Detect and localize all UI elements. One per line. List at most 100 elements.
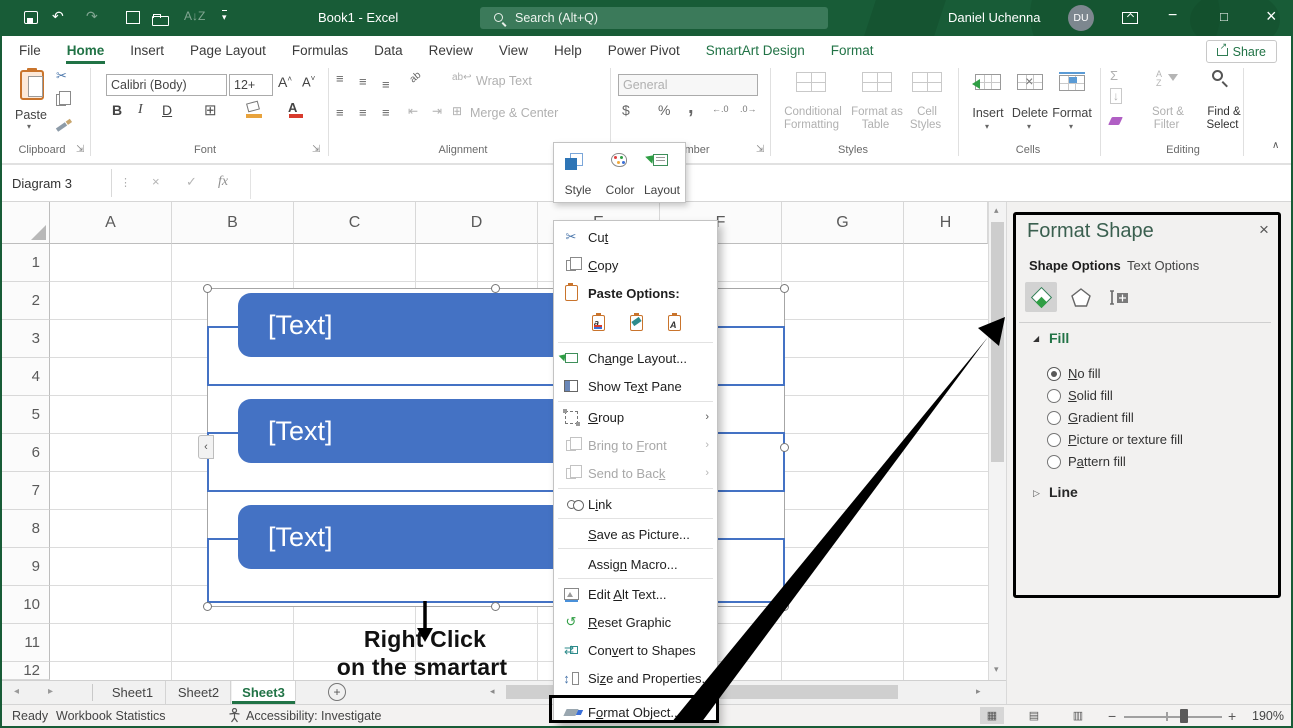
- scroll-down-icon[interactable]: ▾: [994, 664, 999, 675]
- sheet-tab-sheet3[interactable]: Sheet3: [232, 681, 296, 704]
- zoom-out-button[interactable]: −: [1108, 708, 1116, 724]
- text-pane-toggle-button[interactable]: ‹: [198, 435, 214, 459]
- formula-bar-grip-icon[interactable]: ⋮: [120, 176, 131, 189]
- increase-font-size-button[interactable]: A˄: [278, 74, 292, 90]
- align-middle-button[interactable]: ≡: [359, 75, 367, 88]
- radio-no-fill[interactable]: No fill: [1047, 366, 1101, 381]
- smartart-color-button[interactable]: Color: [600, 147, 640, 200]
- hscroll-left-icon[interactable]: ◂: [490, 686, 495, 697]
- underline-button[interactable]: D: [162, 102, 172, 118]
- delete-dropdown-icon[interactable]: ▾: [1027, 122, 1031, 131]
- new-file-icon[interactable]: [126, 11, 140, 27]
- view-page-break-button[interactable]: ▥: [1066, 707, 1090, 724]
- format-painter-button[interactable]: [56, 118, 67, 132]
- line-section-header[interactable]: Line: [1049, 484, 1078, 500]
- selection-handle[interactable]: [491, 284, 500, 293]
- selection-handle[interactable]: [780, 602, 789, 611]
- italic-button[interactable]: I: [138, 102, 143, 118]
- align-left-button[interactable]: ≡: [336, 106, 344, 119]
- close-button[interactable]: ×: [1266, 6, 1277, 27]
- tab-formulas[interactable]: Formulas: [279, 36, 361, 64]
- maximize-button[interactable]: □: [1220, 9, 1228, 24]
- sheet-tab-sheet2[interactable]: Sheet2: [167, 681, 231, 704]
- vertical-scrollbar-thumb[interactable]: [991, 222, 1004, 462]
- tab-review[interactable]: Review: [416, 36, 486, 64]
- fill-color-button[interactable]: [246, 102, 262, 118]
- paste-button[interactable]: Paste: [8, 108, 54, 122]
- new-sheet-button[interactable]: +: [328, 683, 346, 701]
- paste-dropdown-icon[interactable]: ▾: [27, 122, 31, 131]
- workbook-statistics-button[interactable]: Workbook Statistics: [56, 709, 166, 723]
- size-properties-tab-icon[interactable]: [1103, 282, 1135, 312]
- align-bottom-button[interactable]: ≡: [382, 78, 390, 91]
- row-header-9[interactable]: 9: [0, 548, 50, 586]
- tab-data[interactable]: Data: [361, 36, 416, 64]
- tab-home[interactable]: Home: [54, 36, 118, 64]
- menu-item-assign-macro[interactable]: Assign Macro...: [554, 550, 717, 578]
- row-header-3[interactable]: 3: [0, 320, 50, 358]
- column-header-g[interactable]: G: [782, 202, 904, 244]
- fill-section-expanded-icon[interactable]: ◢: [1033, 334, 1039, 343]
- tab-view[interactable]: View: [486, 36, 541, 64]
- menu-item-link[interactable]: Link: [554, 490, 717, 518]
- hscroll-right-icon[interactable]: ▸: [976, 686, 981, 697]
- selection-handle[interactable]: [203, 602, 212, 611]
- row-header-1[interactable]: 1: [0, 244, 50, 282]
- zoom-slider-track[interactable]: [1124, 716, 1222, 718]
- row-header-8[interactable]: 8: [0, 510, 50, 548]
- column-header-c[interactable]: C: [294, 202, 416, 244]
- percent-style-button[interactable]: %: [658, 102, 670, 118]
- smartart-style-button[interactable]: Style: [558, 147, 598, 200]
- row-header-10[interactable]: 10: [0, 586, 50, 624]
- column-header-b[interactable]: B: [172, 202, 294, 244]
- align-center-button[interactable]: ≡: [359, 106, 367, 119]
- formula-input[interactable]: [252, 165, 1272, 201]
- selection-handle[interactable]: [780, 284, 789, 293]
- insert-function-button[interactable]: fx: [218, 174, 228, 190]
- menu-item-group[interactable]: Group›: [554, 403, 717, 431]
- share-button[interactable]: ↗ Share: [1206, 40, 1277, 63]
- row-header-12[interactable]: 12: [0, 662, 50, 680]
- view-normal-button[interactable]: ▦: [980, 707, 1004, 724]
- fill-section-header[interactable]: Fill: [1049, 330, 1069, 346]
- selection-handle[interactable]: [203, 284, 212, 293]
- user-name[interactable]: Daniel Uchenna: [948, 10, 1041, 25]
- menu-item-reset-graphic[interactable]: ↺Reset Graphic: [554, 608, 717, 636]
- search-box[interactable]: Search (Alt+Q): [480, 7, 828, 29]
- menu-item-convert-to-shapes[interactable]: ⇄Convert to Shapes: [554, 636, 717, 664]
- cut-button[interactable]: ✂: [56, 68, 67, 84]
- column-header-a[interactable]: A: [50, 202, 172, 244]
- clear-button[interactable]: [1110, 114, 1124, 128]
- pane-close-icon[interactable]: ×: [1259, 220, 1269, 240]
- row-header-5[interactable]: 5: [0, 396, 50, 434]
- radio-gradient-fill[interactable]: Gradient fill: [1047, 410, 1134, 425]
- sheet-nav-right-icon[interactable]: ▸: [48, 686, 53, 697]
- row-header-2[interactable]: 2: [0, 282, 50, 320]
- tab-file[interactable]: File: [6, 36, 54, 64]
- format-cells-button[interactable]: Format: [1046, 106, 1098, 120]
- accessibility-status-button[interactable]: Accessibility: Investigate: [246, 709, 381, 723]
- paste-keep-formatting-button[interactable]: a: [592, 315, 605, 334]
- increase-decimal-button[interactable]: ←.0: [712, 104, 729, 114]
- ribbon-display-options-icon[interactable]: [1122, 12, 1138, 27]
- smartart-layout-button[interactable]: Layout: [642, 147, 682, 200]
- menu-item-edit-alt-text[interactable]: Edit Alt Text...: [554, 580, 717, 608]
- menu-item-cut[interactable]: ✂Cut: [554, 223, 717, 251]
- sheet-tab-sheet1[interactable]: Sheet1: [100, 681, 166, 704]
- tab-shape-options[interactable]: Shape Options: [1029, 258, 1121, 273]
- copy-button[interactable]: [56, 94, 69, 109]
- column-header-d[interactable]: D: [416, 202, 538, 244]
- tab-format[interactable]: Format: [818, 36, 887, 64]
- zoom-in-button[interactable]: +: [1228, 708, 1236, 724]
- collapse-ribbon-icon[interactable]: ∧: [1272, 140, 1279, 151]
- align-top-button[interactable]: ≡: [336, 72, 344, 85]
- column-header-h[interactable]: H: [904, 202, 988, 244]
- selection-handle[interactable]: [780, 443, 789, 452]
- bold-button[interactable]: B: [112, 102, 122, 118]
- number-dialog-launcher[interactable]: ⇲: [756, 144, 764, 155]
- line-section-collapsed-icon[interactable]: ▷: [1033, 488, 1040, 499]
- comma-style-button[interactable]: ,: [688, 96, 694, 119]
- clipboard-dialog-launcher[interactable]: ⇲: [76, 144, 84, 155]
- align-right-button[interactable]: ≡: [382, 106, 390, 119]
- format-dropdown-icon[interactable]: ▾: [1069, 122, 1073, 131]
